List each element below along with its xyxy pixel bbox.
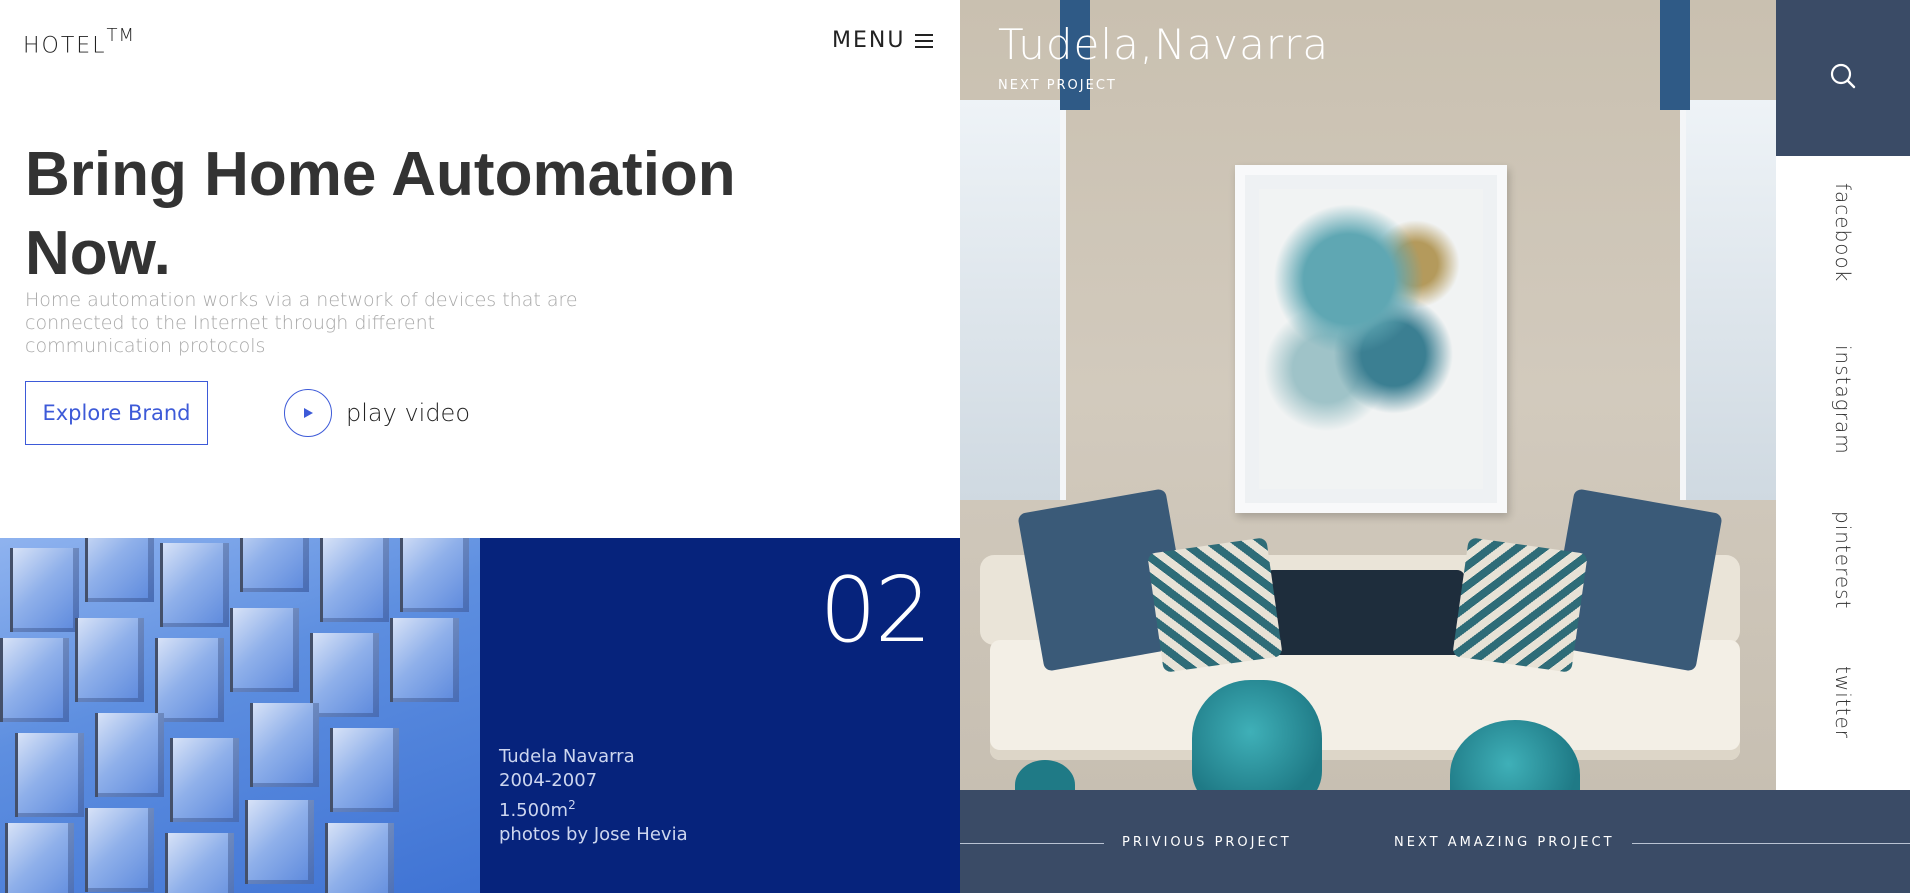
- project-area: 1.500m2: [499, 793, 688, 823]
- previous-project-link[interactable]: PRIVIOUS PROJECT: [1122, 835, 1292, 850]
- project-card: 02 Tudela Navarra 2004-2007 1.500m2 phot…: [480, 538, 960, 893]
- building-image: [0, 538, 480, 893]
- project-info: Tudela Navarra 2004-2007 1.500m2 photos …: [499, 745, 688, 847]
- logo-trademark: TM: [106, 25, 135, 46]
- social-link-facebook[interactable]: facebook: [1831, 183, 1855, 282]
- hero-description: Home automation works via a network of d…: [25, 289, 578, 357]
- project-navigation: PRIVIOUS PROJECT NEXT AMAZING PROJECT: [960, 790, 1910, 893]
- logo[interactable]: HOTELTM: [23, 25, 135, 59]
- menu-button[interactable]: MENU: [832, 28, 934, 53]
- next-amazing-project-link[interactable]: NEXT AMAZING PROJECT: [1394, 835, 1615, 850]
- project-area-value: 1.500m: [499, 800, 569, 821]
- search-button[interactable]: [1776, 0, 1910, 156]
- hero-title-line2: Now.: [25, 219, 171, 288]
- hero-title: Bring Home Automation Now.: [25, 135, 785, 293]
- project-credit: photos by Jose Hevia: [499, 824, 688, 845]
- social-link-pinterest[interactable]: pinterest: [1831, 511, 1855, 609]
- explore-brand-button[interactable]: Explore Brand: [25, 381, 208, 445]
- logo-text: HOTEL: [23, 33, 107, 59]
- search-icon: [1829, 62, 1857, 94]
- play-icon: [284, 389, 332, 437]
- project-number: 02: [819, 558, 932, 663]
- social-link-twitter[interactable]: twitter: [1831, 666, 1855, 739]
- project-area-unit: 2: [568, 798, 576, 812]
- social-link-instagram[interactable]: instagram: [1831, 345, 1855, 455]
- menu-label: MENU: [832, 28, 906, 53]
- nav-divider-right: [1632, 843, 1910, 844]
- project-years: 2004-2007: [499, 770, 598, 791]
- play-video-button[interactable]: play video: [284, 389, 470, 437]
- play-video-label: play video: [346, 399, 470, 427]
- hero-title-line1: Bring Home Automation: [25, 140, 736, 209]
- feature-title: Tudela,Navarra: [998, 20, 1330, 69]
- social-links: facebook instagram pinterest twitter: [1776, 156, 1910, 790]
- next-project-link[interactable]: NEXT PROJECT: [998, 78, 1117, 93]
- hamburger-icon: [915, 33, 934, 48]
- living-room-photo: [960, 0, 1776, 790]
- project-name: Tudela Navarra: [499, 746, 635, 767]
- nav-divider-left: [960, 843, 1104, 844]
